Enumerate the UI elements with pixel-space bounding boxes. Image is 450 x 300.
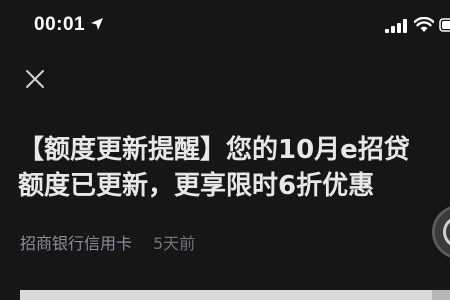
close-icon — [26, 70, 44, 88]
wifi-icon — [414, 17, 434, 32]
floating-action-button[interactable] — [432, 205, 450, 259]
battery-icon — [439, 18, 450, 32]
cellular-signal-icon — [385, 19, 407, 33]
article-source[interactable]: 招商银行信用卡 — [20, 234, 132, 253]
content-preview-edge — [432, 290, 450, 300]
title-line-2: 额度已更新，更享限时6折优惠 — [18, 171, 375, 201]
article-screen: 00:01 【额度更新提醒】您的10月e招贷 额度已更新，更享限时6折优惠 招商… — [0, 0, 450, 300]
status-time: 00:01 — [34, 14, 86, 35]
floating-ring-icon — [443, 216, 450, 248]
article-time: 5天前 — [153, 234, 196, 253]
article-title: 【额度更新提醒】您的10月e招贷 额度已更新，更享限时6折优惠 — [18, 132, 450, 204]
close-button[interactable] — [20, 64, 50, 94]
title-line-1: 【额度更新提醒】您的10月e招贷 — [18, 135, 410, 165]
article-content-preview — [20, 290, 440, 300]
article-meta: 招商银行信用卡 5天前 — [20, 230, 195, 254]
status-bar: 00:01 — [0, 0, 450, 56]
location-arrow-icon — [91, 18, 103, 30]
